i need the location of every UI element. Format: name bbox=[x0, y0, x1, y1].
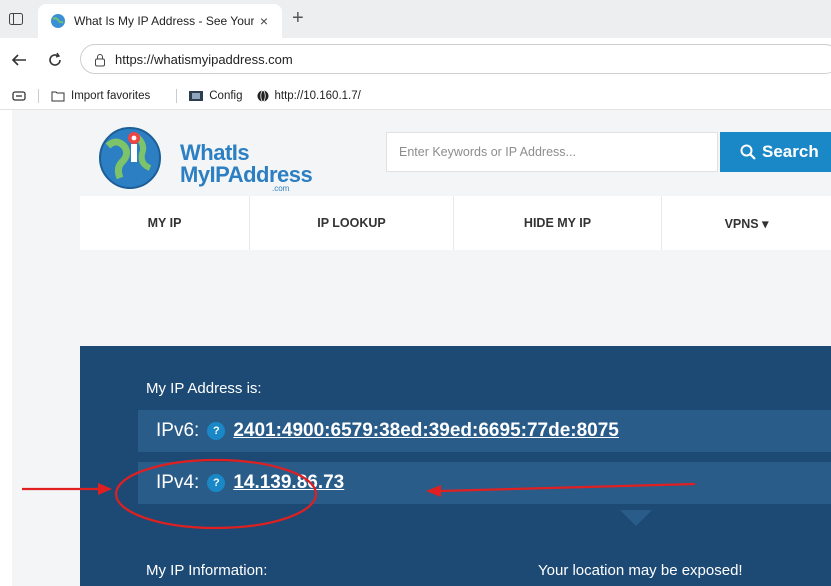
globe-logo-icon bbox=[99, 127, 161, 189]
refresh-icon[interactable] bbox=[44, 49, 66, 71]
site-header: WhatIs MyIPAddress .com Enter Keywords o… bbox=[80, 110, 831, 196]
ip-heading: My IP Address is: bbox=[146, 380, 262, 397]
ipv4-label: IPv4: bbox=[156, 472, 200, 493]
nav-hide-my-ip[interactable]: HIDE MY IP bbox=[454, 196, 662, 250]
config-icon bbox=[189, 90, 204, 102]
logo-suffix: .com bbox=[272, 184, 290, 193]
tab-actions-icon[interactable] bbox=[6, 9, 26, 29]
ipv6-row: IPv6: ? 2401:4900:6579:38ed:39ed:6695:77… bbox=[138, 410, 831, 452]
browser-window: What Is My IP Address - See Your × + htt… bbox=[0, 0, 831, 586]
page-margin bbox=[0, 110, 12, 586]
ip-hero-panel: My IP Address is: IPv6: ? 2401:4900:6579… bbox=[80, 346, 831, 586]
ipv4-value[interactable]: 14.139.86.73 bbox=[233, 472, 344, 494]
help-icon[interactable]: ? bbox=[207, 422, 226, 440]
favorite-label: Config bbox=[209, 89, 243, 102]
back-icon[interactable] bbox=[8, 49, 30, 71]
favorites-divider bbox=[38, 88, 39, 103]
ip-info-heading: My IP Information: bbox=[146, 562, 268, 579]
lock-icon[interactable] bbox=[93, 53, 107, 67]
reading-view-icon[interactable] bbox=[12, 90, 26, 102]
globe-favicon-icon bbox=[51, 14, 65, 28]
favorites-bar: Import favorites Config http://10.160.1.… bbox=[0, 82, 831, 110]
nav-label: IP LOOKUP bbox=[317, 216, 386, 230]
ipv4-row: IPv4: ? 14.139.86.73 bbox=[138, 462, 831, 504]
favorite-config[interactable]: Config bbox=[189, 89, 243, 102]
nav-label: HIDE MY IP bbox=[523, 216, 592, 230]
favorite-label: http://10.160.1.7/ bbox=[274, 89, 361, 102]
nav-label: MY IP bbox=[147, 216, 182, 230]
web-page: WhatIs MyIPAddress .com Enter Keywords o… bbox=[0, 110, 831, 586]
favorite-ip-link[interactable]: http://10.160.1.7/ bbox=[257, 90, 361, 102]
location-warning: Your location may be exposed! bbox=[538, 562, 743, 579]
nav-label: VPNS ▾ bbox=[724, 216, 769, 231]
tab-strip: What Is My IP Address - See Your × + bbox=[0, 0, 831, 38]
globe-icon bbox=[257, 89, 269, 102]
tab-title: What Is My IP Address - See Your bbox=[74, 14, 254, 28]
favorite-import[interactable]: Import favorites bbox=[51, 90, 150, 102]
nav-my-ip[interactable]: MY IP bbox=[80, 196, 250, 250]
ipv6-label: IPv6: bbox=[156, 420, 200, 441]
address-bar-row: https://whatismyipaddress.com bbox=[0, 38, 831, 82]
favorites-divider bbox=[176, 88, 178, 103]
import-favorites-icon bbox=[51, 90, 65, 102]
nav-ip-lookup[interactable]: IP LOOKUP bbox=[250, 196, 454, 250]
url-text[interactable]: https://whatismyipaddress.com bbox=[115, 52, 293, 67]
search-placeholder: Enter Keywords or IP Address... bbox=[399, 145, 576, 159]
callout-pointer bbox=[620, 510, 652, 526]
search-button-label: Search bbox=[762, 142, 819, 161]
url-bar[interactable]: https://whatismyipaddress.com bbox=[80, 44, 831, 74]
logo-line2: MyIPAddress bbox=[180, 162, 313, 187]
nav-vpns[interactable]: VPNS ▾ bbox=[662, 196, 831, 250]
site-logo[interactable]: WhatIs MyIPAddress .com bbox=[94, 124, 313, 193]
search-button[interactable]: Search bbox=[720, 132, 831, 172]
favorite-label: Import favorites bbox=[71, 89, 151, 102]
active-tab[interactable]: What Is My IP Address - See Your × bbox=[38, 4, 282, 38]
tab-close-icon[interactable]: × bbox=[260, 13, 268, 29]
ipv6-value[interactable]: 2401:4900:6579:38ed:39ed:6695:77de:8075 bbox=[233, 420, 619, 442]
search-input[interactable]: Enter Keywords or IP Address... bbox=[386, 132, 718, 172]
new-tab-button[interactable]: + bbox=[292, 8, 304, 28]
help-icon[interactable]: ? bbox=[207, 474, 226, 492]
search-icon bbox=[740, 144, 756, 160]
main-nav: MY IP IP LOOKUP HIDE MY IP VPNS ▾ bbox=[80, 196, 831, 250]
